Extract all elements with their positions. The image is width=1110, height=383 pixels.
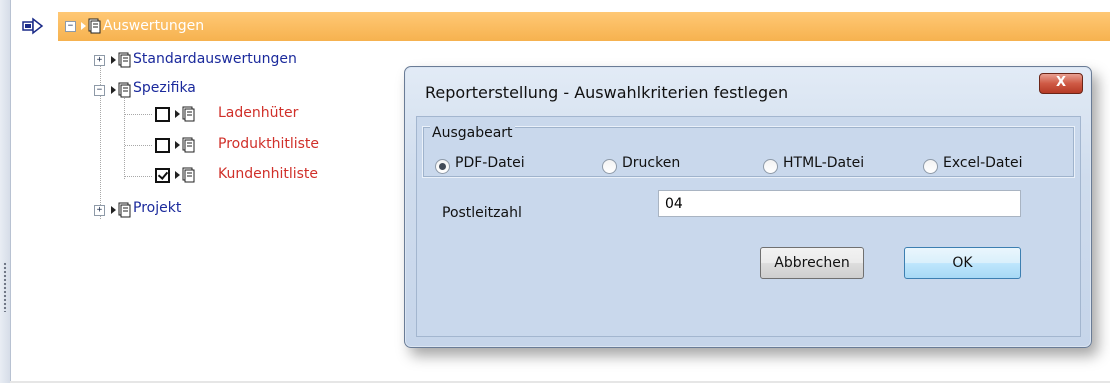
- checkbox-produkthitliste[interactable]: [155, 138, 170, 153]
- group-label: Ausgabeart: [430, 125, 515, 141]
- current-pointer-icon: [22, 17, 44, 35]
- radio-pdf[interactable]: [435, 159, 450, 174]
- tree-label-auswertungen[interactable]: Auswertungen: [103, 18, 204, 34]
- tree-label-produkthitliste[interactable]: Produkthitliste: [218, 136, 319, 152]
- radio-label-excel[interactable]: Excel-Datei: [943, 155, 1023, 171]
- checkbox-ladenhueter[interactable]: [155, 107, 170, 122]
- tree-label-spezifika[interactable]: Spezifika: [133, 80, 196, 96]
- report-icon: [175, 167, 195, 183]
- expander-spezifika-icon[interactable]: −: [94, 85, 105, 96]
- tree-connector: [124, 98, 125, 180]
- postleitzahl-label: Postleitzahl: [442, 205, 522, 221]
- tree-connector: [125, 114, 153, 115]
- expander-standardauswertungen-icon[interactable]: +: [94, 55, 105, 66]
- radio-label-html[interactable]: HTML-Datei: [783, 155, 864, 171]
- cancel-button[interactable]: Abbrechen: [760, 247, 864, 279]
- report-folder-icon: [81, 18, 101, 34]
- tree-connector: [125, 145, 153, 146]
- report-folder-icon: [111, 52, 131, 68]
- ausgabeart-group: Ausgabeart PDF-Datei Drucken HTML-Datei …: [422, 125, 1075, 178]
- dialog-client-area: Ausgabeart PDF-Datei Drucken HTML-Datei …: [416, 116, 1081, 337]
- radio-html[interactable]: [763, 159, 778, 174]
- window-left-edge: [0, 0, 11, 383]
- expander-root-icon[interactable]: −: [65, 21, 76, 32]
- dialog-title: Reporterstellung - Auswahlkriterien fest…: [425, 83, 789, 102]
- radio-excel[interactable]: [923, 159, 938, 174]
- tree-label-ladenhueter[interactable]: Ladenhüter: [218, 105, 298, 121]
- tree-row-selected[interactable]: [58, 0, 1110, 41]
- ok-button[interactable]: OK: [904, 247, 1021, 279]
- radio-drucken[interactable]: [602, 159, 617, 174]
- report-dialog: Reporterstellung - Auswahlkriterien fest…: [404, 66, 1092, 348]
- splitter-grip[interactable]: [3, 262, 7, 312]
- radio-label-pdf[interactable]: PDF-Datei: [455, 155, 525, 171]
- tree-connector: [125, 176, 153, 177]
- expander-projekt-icon[interactable]: +: [94, 205, 105, 216]
- tree-label-kundenhitliste[interactable]: Kundenhitliste: [218, 166, 318, 182]
- report-folder-icon: [111, 202, 131, 218]
- tree-label-standardauswertungen[interactable]: Standardauswertungen: [133, 51, 297, 67]
- checkbox-kundenhitliste[interactable]: [155, 168, 170, 183]
- radio-label-drucken[interactable]: Drucken: [622, 155, 680, 171]
- postleitzahl-input[interactable]: [658, 190, 1021, 217]
- report-icon: [175, 106, 195, 122]
- report-folder-icon: [111, 82, 131, 98]
- report-icon: [175, 137, 195, 153]
- close-button[interactable]: X: [1039, 73, 1083, 94]
- tree-label-projekt[interactable]: Projekt: [133, 200, 181, 216]
